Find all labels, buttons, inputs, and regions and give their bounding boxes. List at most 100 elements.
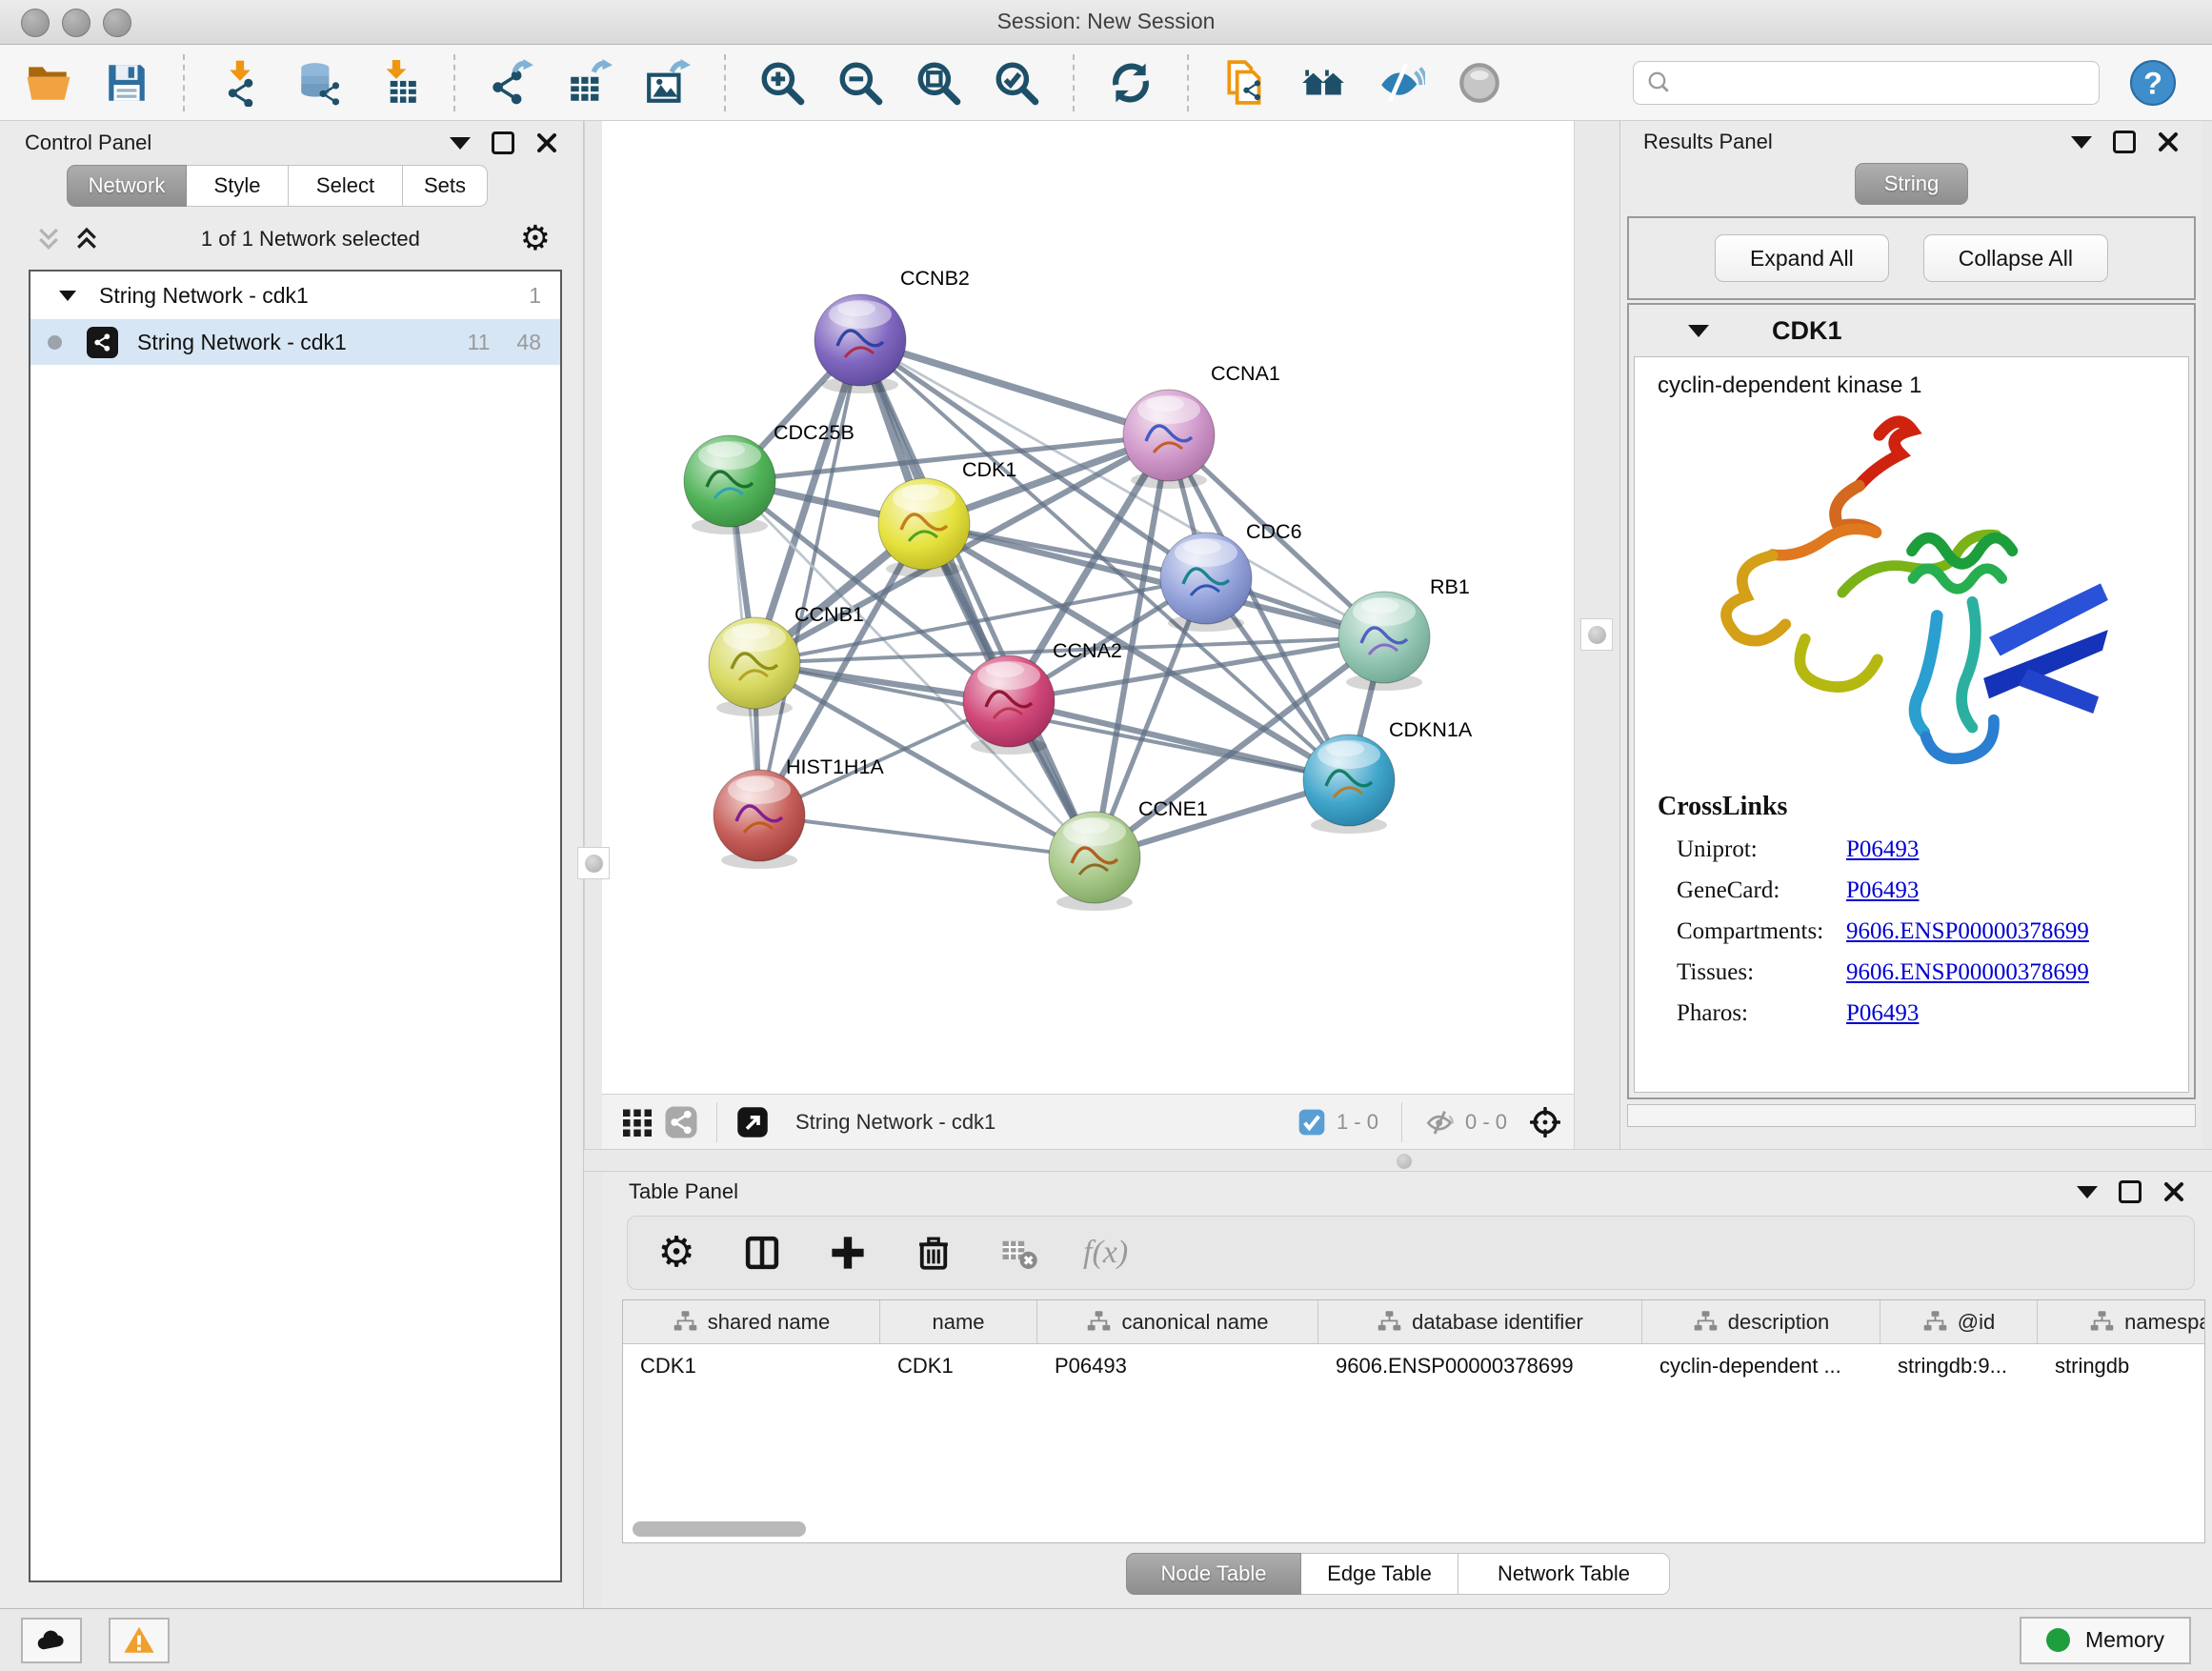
zoom-selected-button[interactable] — [991, 57, 1042, 109]
zoom-out-button[interactable] — [835, 57, 886, 109]
crosslink-link[interactable]: 9606.ENSP00000378699 — [1846, 959, 2089, 986]
table-cell[interactable]: stringdb:9... — [1880, 1354, 2038, 1379]
network-canvas[interactable]: CCNB2CCNA1CDC25BCDK1CDC6RB1CCNB1CCNA2CDK… — [602, 121, 1574, 1093]
import-network-button[interactable] — [215, 57, 267, 109]
column-header-canonical-name[interactable]: canonical name — [1037, 1300, 1318, 1343]
zoom-in-button[interactable] — [756, 57, 808, 109]
column-header-description[interactable]: description — [1642, 1300, 1880, 1343]
tab-string[interactable]: String — [1855, 163, 1968, 205]
control-panel-float-icon[interactable] — [492, 131, 514, 154]
table-panel-menu-icon[interactable] — [2077, 1186, 2098, 1198]
column-header-shared-name[interactable]: shared name — [623, 1300, 880, 1343]
delete-column-trash-icon[interactable] — [912, 1231, 955, 1275]
crosslink-link[interactable]: P06493 — [1846, 877, 1919, 904]
cloud-button[interactable] — [21, 1618, 82, 1663]
tab-style[interactable]: Style — [187, 165, 289, 207]
table-panel-close-icon[interactable] — [2162, 1180, 2185, 1203]
tab-sets[interactable]: Sets — [403, 165, 488, 207]
help-button[interactable]: ? — [2128, 58, 2178, 108]
grid-view-icon[interactable] — [615, 1100, 659, 1144]
refresh-view-button[interactable] — [1105, 57, 1156, 109]
column-header-name[interactable]: name — [880, 1300, 1037, 1343]
node-CCNB2[interactable]: CCNB2 — [814, 267, 970, 393]
node-CDKN1A[interactable]: CDKN1A — [1303, 718, 1473, 834]
node-CCNA1[interactable]: CCNA1 — [1123, 362, 1280, 489]
control-panel-menu-icon[interactable] — [450, 137, 471, 150]
table-cell[interactable]: CDK1 — [623, 1354, 880, 1379]
clone-network-button[interactable] — [1219, 57, 1271, 109]
network-row-selected[interactable]: String Network - cdk1 11 48 — [30, 319, 560, 365]
expand-all-button[interactable]: Expand All — [1715, 234, 1889, 282]
table-horizontal-scrollbar[interactable] — [633, 1521, 806, 1537]
table-cell[interactable]: CDK1 — [880, 1354, 1037, 1379]
tab-network-table[interactable]: Network Table — [1458, 1553, 1670, 1595]
table-row[interactable]: CDK1CDK1P064939606.ENSP00000378699cyclin… — [623, 1344, 2204, 1388]
network-options-gear-icon[interactable]: ⚙ — [520, 222, 551, 256]
gene-section-header[interactable]: CDK1 — [1629, 305, 2194, 356]
tab-network[interactable]: Network — [67, 165, 187, 207]
left-splitter[interactable] — [584, 121, 604, 1149]
results-panel-close-icon[interactable] — [2157, 131, 2180, 153]
memory-button[interactable]: Memory — [2020, 1617, 2191, 1664]
control-panel-header: Control Panel — [0, 121, 583, 165]
tab-node-table[interactable]: Node Table — [1126, 1553, 1301, 1595]
birdseye-view-icon[interactable] — [731, 1100, 774, 1144]
crosslink-link[interactable]: P06493 — [1846, 1000, 1919, 1027]
collapse-all-button[interactable]: Collapse All — [1923, 234, 2108, 282]
lens-button[interactable] — [1454, 57, 1505, 109]
export-network-button[interactable] — [486, 57, 537, 109]
left-splitter-handle[interactable] — [577, 847, 610, 879]
column-header--id[interactable]: @id — [1880, 1300, 2038, 1343]
tab-select[interactable]: Select — [289, 165, 403, 207]
node-HIST1H1A[interactable]: HIST1H1A — [714, 755, 884, 869]
node-label-CCNA1: CCNA1 — [1211, 362, 1280, 385]
network-collection-row[interactable]: String Network - cdk1 1 — [30, 272, 560, 319]
window-title: Session: New Session — [0, 9, 2212, 34]
selected-checkbox-icon[interactable] — [1297, 1107, 1327, 1137]
zoom-fit-button[interactable] — [913, 57, 964, 109]
share-view-icon[interactable] — [659, 1100, 703, 1144]
node-CDK1[interactable]: CDK1 — [878, 458, 1016, 577]
crosslink-link[interactable]: P06493 — [1846, 836, 1919, 863]
node-table-body: CDK1CDK1P064939606.ENSP00000378699cyclin… — [623, 1344, 2204, 1388]
right-splitter-handle[interactable] — [1580, 618, 1613, 651]
expand-all-networks-icon[interactable] — [34, 225, 63, 253]
node-RB1[interactable]: RB1 — [1338, 575, 1470, 691]
results-panel-menu-icon[interactable] — [2071, 136, 2092, 149]
table-panel-float-icon[interactable] — [2119, 1180, 2142, 1203]
collection-expand-icon[interactable] — [59, 291, 76, 301]
table-cell[interactable]: P06493 — [1037, 1354, 1318, 1379]
column-header-namespace[interactable]: namespace — [2038, 1300, 2205, 1343]
collapse-all-networks-icon[interactable] — [72, 225, 101, 253]
table-panel-tabs: Node Table Edge Table Network Table — [1126, 1553, 1670, 1595]
hidden-items-icon[interactable] — [1425, 1107, 1456, 1137]
export-table-button[interactable] — [564, 57, 615, 109]
crosslink-link[interactable]: 9606.ENSP00000378699 — [1846, 918, 2089, 945]
export-image-button[interactable] — [642, 57, 694, 109]
table-cell[interactable]: 9606.ENSP00000378699 — [1318, 1354, 1642, 1379]
control-panel-tabs: Network Style Select Sets — [67, 165, 583, 207]
tab-edge-table[interactable]: Edge Table — [1301, 1553, 1458, 1595]
crosslink-row: Tissues:9606.ENSP00000378699 — [1658, 959, 2165, 986]
node-CDC6[interactable]: CDC6 — [1160, 520, 1302, 632]
save-session-button[interactable] — [101, 57, 152, 109]
control-panel-close-icon[interactable] — [535, 131, 558, 154]
show-columns-icon[interactable] — [740, 1231, 784, 1275]
fit-selected-crosshair-icon[interactable] — [1530, 1107, 1560, 1137]
warning-button[interactable] — [109, 1618, 170, 1663]
results-panel-float-icon[interactable] — [2113, 131, 2136, 153]
open-session-button[interactable] — [23, 57, 74, 109]
column-header-database-identifier[interactable]: database identifier — [1318, 1300, 1642, 1343]
hide-unhide-button[interactable] — [1376, 57, 1427, 109]
search-input[interactable] — [1681, 63, 2087, 103]
table-cell[interactable]: cyclin-dependent ... — [1642, 1354, 1880, 1379]
horizontal-splitter-handle[interactable] — [1397, 1154, 1412, 1169]
import-database-button[interactable] — [293, 57, 345, 109]
create-column-icon[interactable] — [826, 1231, 870, 1275]
string-home-button[interactable] — [1297, 57, 1349, 109]
import-table-button[interactable] — [372, 57, 423, 109]
results-panel-scroll-strip[interactable] — [1627, 1104, 2196, 1127]
table-options-gear-icon[interactable]: ⚙ — [654, 1231, 698, 1275]
table-cell[interactable]: stringdb — [2038, 1354, 2205, 1379]
gene-section-collapse-icon[interactable] — [1688, 325, 1709, 337]
